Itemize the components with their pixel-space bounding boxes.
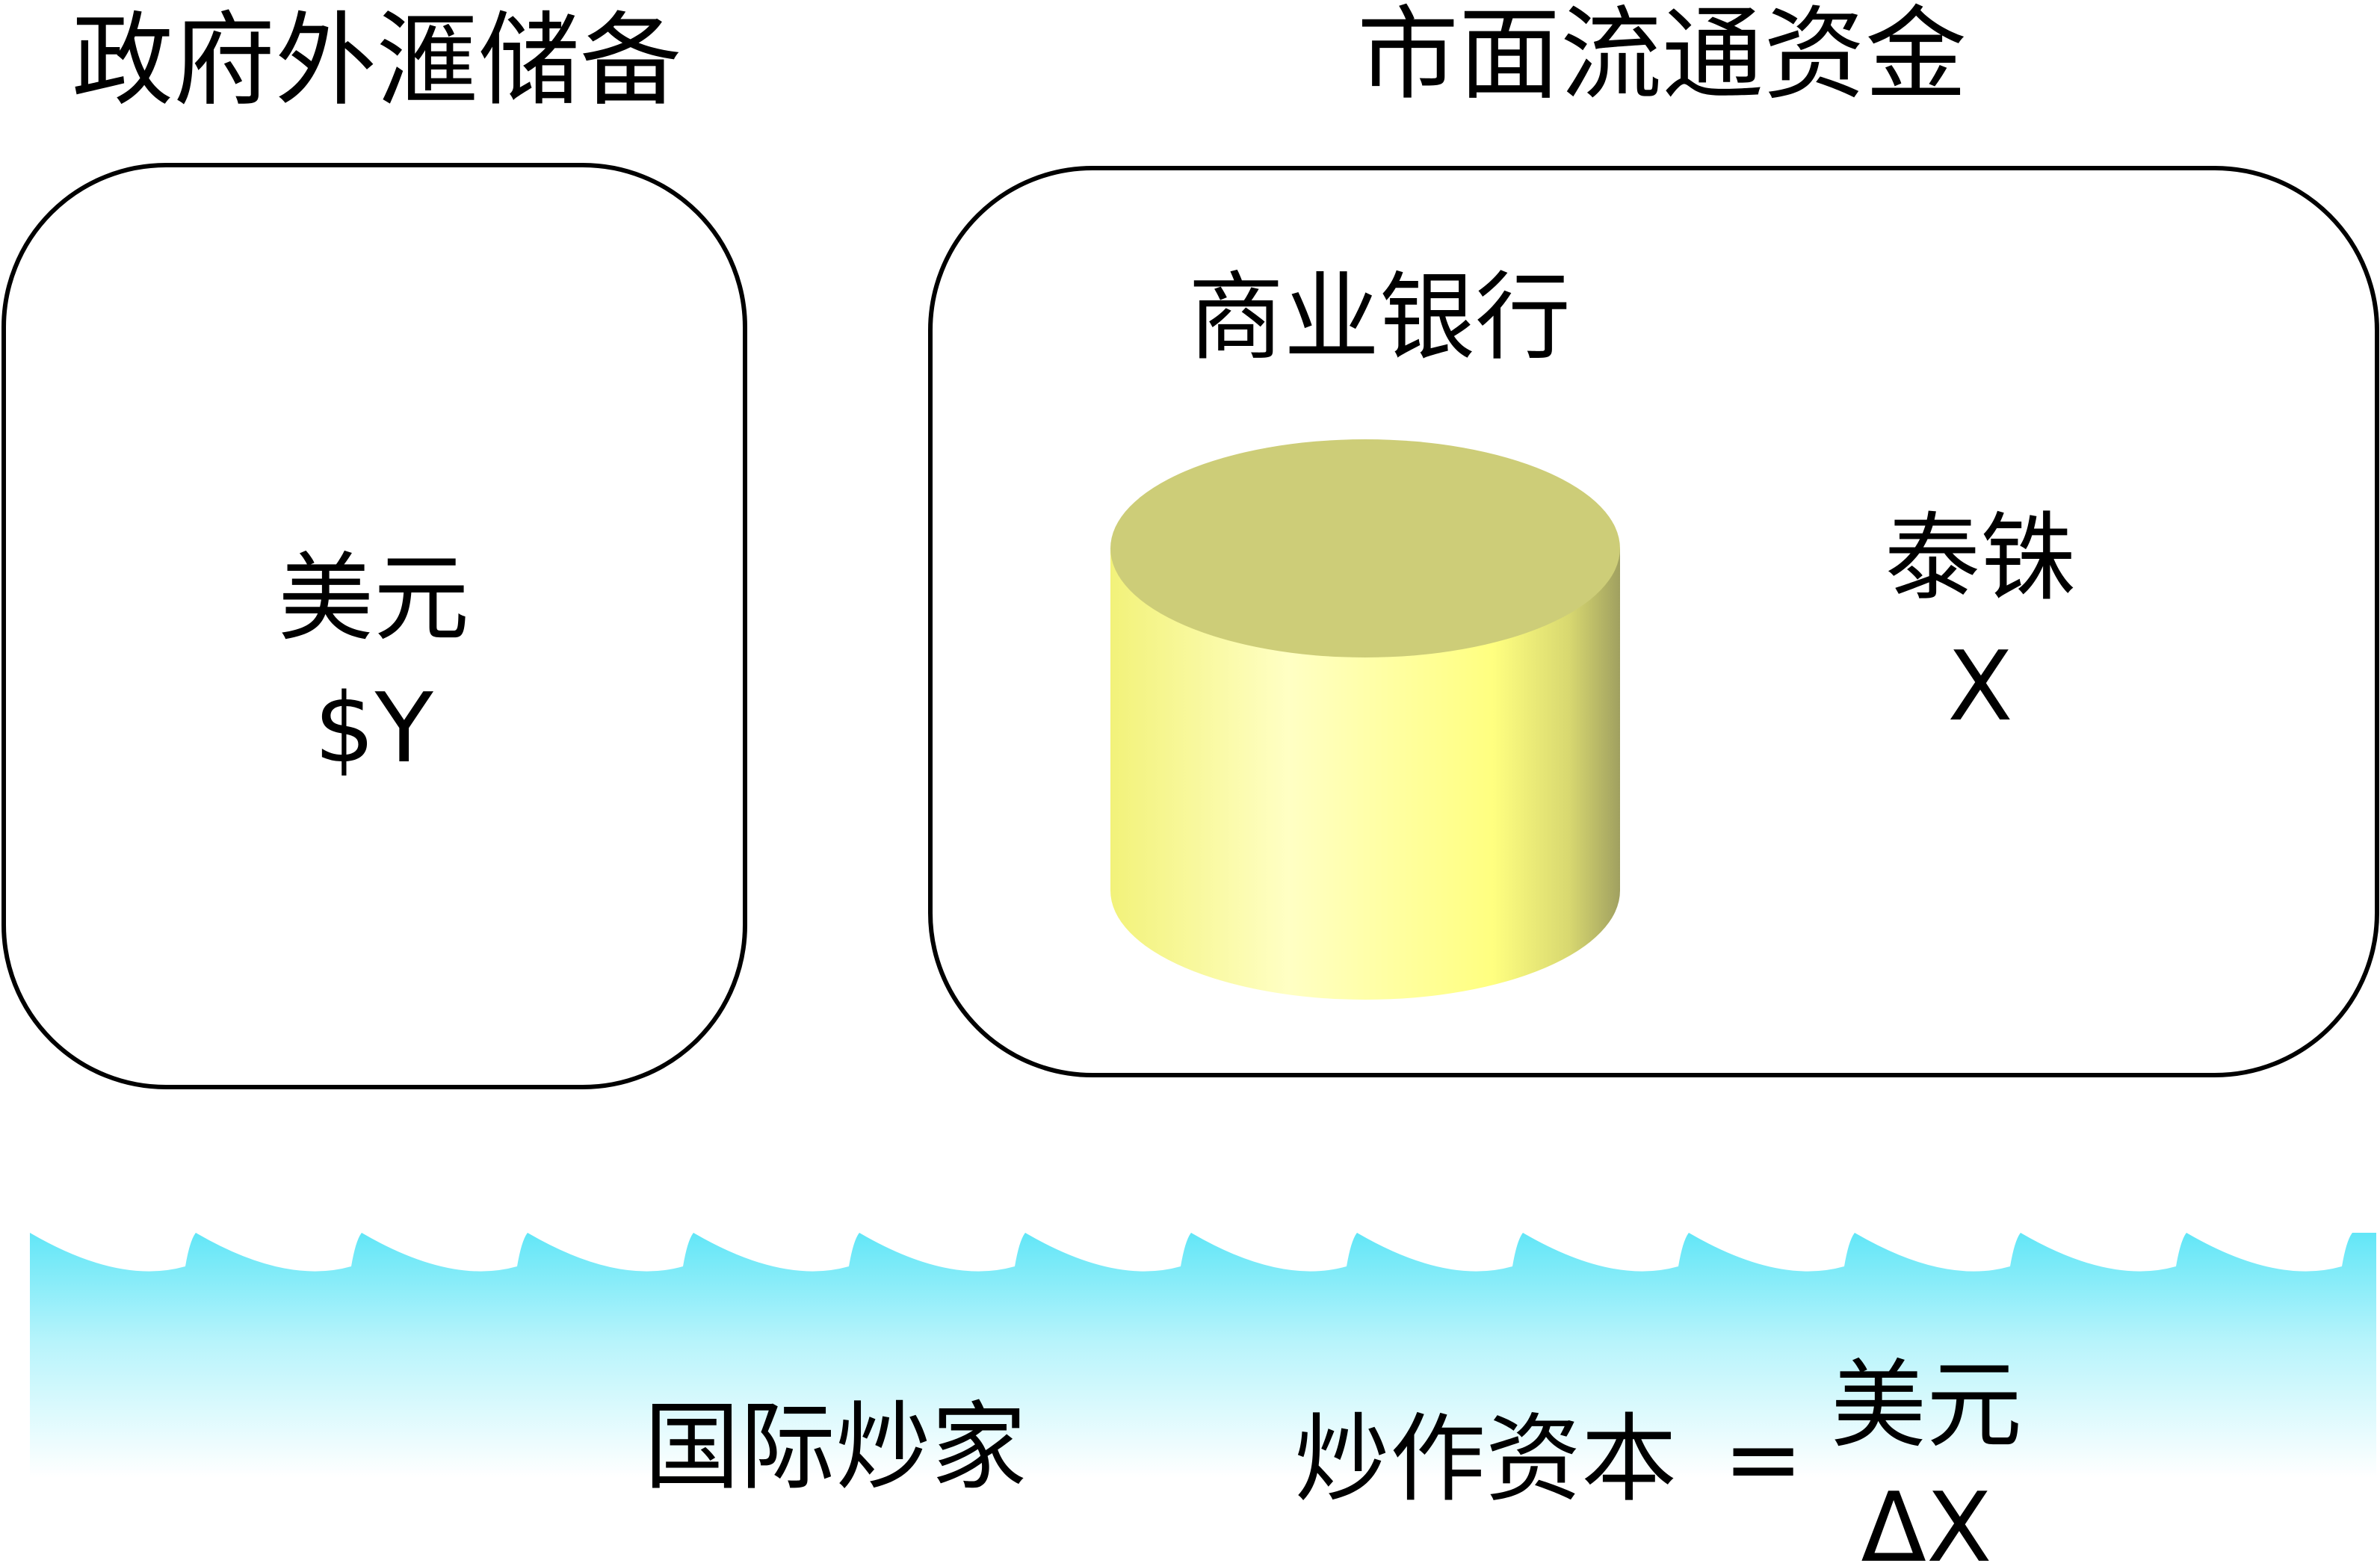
cylinder-top (1110, 439, 1620, 657)
bank-cylinder-icon (30, 439, 2376, 1478)
speculative-capital-label: 炒作资本 (1294, 1404, 1678, 1515)
speculative-capital-amount: ΔX (1861, 1473, 1992, 1563)
market-funds-amount: X (1947, 631, 2013, 743)
speculators-label: 国际炒家 (644, 1392, 1027, 1503)
market-funds-currency: 泰铢 (1884, 503, 2076, 614)
speculative-capital-currency: 美元 (1830, 1350, 2022, 1461)
